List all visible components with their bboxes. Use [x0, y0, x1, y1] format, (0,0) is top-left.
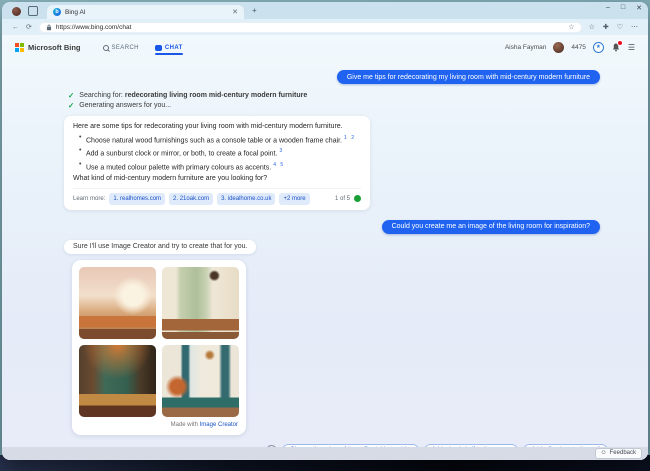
answer-question: What kind of mid-century modern furnitur… — [73, 174, 268, 182]
citation-link[interactable]: 3. idealhome.co.uk — [217, 192, 276, 205]
citation-refs[interactable]: 1 2 — [344, 135, 355, 141]
answer-intro: Here are some tips for redecorating your… — [73, 123, 343, 130]
feedback-icon: ☺ — [600, 449, 607, 456]
answer-bullet: Add a sunburst clock or mirror, or both,… — [79, 146, 361, 159]
browser-tab[interactable]: b Bing AI ✕ — [47, 5, 244, 19]
citation-refs[interactable]: 3 — [279, 148, 283, 154]
check-icon: ✓ — [68, 101, 75, 110]
answer-card: Here are some tips for redecorating your… — [64, 116, 370, 210]
answer-bullet: Choose natural wood furnishings such as … — [79, 133, 361, 146]
rewards-points[interactable]: 4475 — [571, 44, 585, 51]
chat-bubble-icon — [154, 44, 162, 51]
search-query: redecorating living room mid-century mod… — [124, 92, 308, 99]
favorites-bar-icon[interactable]: ☆ — [589, 23, 595, 31]
answer-bullets: Choose natural wood furnishings such as … — [73, 133, 361, 173]
back-icon[interactable]: ← — [12, 24, 19, 31]
close-button[interactable]: ✕ — [636, 4, 642, 12]
tab-actions-icon[interactable] — [28, 6, 38, 16]
user-message-bubble: Give me tips for redecorating my living … — [336, 70, 600, 84]
window-bottom-band: ☺ Feedback — [2, 447, 648, 460]
user-message-bubble: Could you create me an image of the livi… — [381, 219, 600, 234]
notification-badge — [616, 40, 623, 46]
status-generating: ✓ Generating answers for you... — [68, 101, 172, 110]
bing-header: Microsoft Bing SEARCH CHAT Aisha Fayman — [2, 35, 648, 60]
hamburger-menu-icon[interactable]: ☰ — [628, 43, 635, 52]
search-status-lines: ✓ Searching for: redecorating living roo… — [68, 91, 648, 111]
tab-search[interactable]: SEARCH — [102, 41, 139, 55]
search-icon — [102, 44, 109, 51]
refresh-icon[interactable]: ⟳ — [26, 24, 32, 31]
answer-pager: 1 of 5 — [335, 194, 361, 204]
rewards-medal-icon[interactable]: ★ — [592, 42, 604, 53]
answer-bullet: Use a muted colour palette with primary … — [79, 160, 361, 173]
bing-chat-page: Microsoft Bing SEARCH CHAT Aisha Fayman — [2, 35, 648, 457]
citation-link[interactable]: 1. realhomes.com — [109, 192, 166, 205]
address-bar[interactable]: https://www.bing.com/chat ☆ — [38, 21, 582, 33]
tab-title: Bing AI — [65, 8, 86, 16]
status-searching: ✓ Searching for: redecorating living roo… — [68, 91, 308, 100]
tab-chat[interactable]: CHAT — [154, 41, 183, 55]
citation-link[interactable]: 2. 21oak.com — [169, 192, 214, 205]
browser-tab-strip: b Bing AI ✕ + – □ ✕ — [2, 2, 648, 19]
bot-reply-row: Sure I'll use Image Creator and try to c… — [64, 239, 648, 254]
generated-image-2[interactable] — [162, 266, 239, 339]
user-name[interactable]: Aisha Fayman — [505, 44, 547, 51]
chat-conversation: Give me tips for redecorating my living … — [2, 60, 648, 457]
url-text: https://www.bing.com/chat — [55, 23, 132, 31]
generated-images-card: Made with Image Creator — [72, 259, 246, 435]
browser-profile-avatar[interactable] — [12, 7, 21, 16]
generated-image-1[interactable] — [79, 266, 156, 339]
citation-refs[interactable]: 4 5 — [273, 162, 284, 168]
pager-text: 1 of 5 — [334, 195, 350, 202]
check-icon: ✓ — [68, 91, 75, 100]
user-message-row: Could you create me an image of the livi… — [2, 219, 648, 234]
brand-name: Microsoft Bing — [28, 43, 81, 52]
lock-icon — [46, 24, 51, 30]
maximize-button[interactable]: □ — [621, 4, 625, 12]
image-creator-link[interactable]: Image Creator — [200, 422, 238, 428]
citation-more-link[interactable]: +2 more — [279, 192, 310, 205]
microsoft-logo-icon — [15, 43, 24, 52]
answer-footer: Learn more: 1. realhomes.com 2. 21oak.co… — [73, 187, 361, 205]
browser-menu-icon[interactable]: ⋯ — [631, 23, 638, 31]
feedback-button[interactable]: ☺ Feedback — [594, 447, 642, 460]
desktop-background: b Bing AI ✕ + – □ ✕ ← ⟳ https://www.bing… — [0, 0, 650, 471]
header-right: Aisha Fayman 4475 ★ ☰ — [505, 40, 635, 53]
image-grid — [79, 266, 239, 417]
user-message-row: Give me tips for redecorating my living … — [2, 70, 648, 84]
generated-image-4[interactable] — [162, 344, 239, 417]
generated-image-3[interactable] — [79, 344, 156, 417]
extensions-icon[interactable]: ✚ — [603, 23, 609, 31]
notifications-bell[interactable] — [611, 40, 623, 53]
window-controls: – □ ✕ — [606, 4, 642, 12]
bot-reply-bubble: Sure I'll use Image Creator and try to c… — [64, 239, 257, 254]
favorite-star-icon[interactable]: ☆ — [568, 24, 574, 31]
header-tabs: SEARCH CHAT — [102, 41, 183, 55]
new-tab-button[interactable]: + — [252, 6, 257, 15]
browser-navbar: ← ⟳ https://www.bing.com/chat ☆ ☆ ✚ ♡ ⋯ — [2, 19, 648, 35]
learn-more-label: Learn more: — [73, 195, 106, 202]
tab-close-icon[interactable]: ✕ — [232, 9, 238, 16]
navbar-icons: ☆ ✚ ♡ ⋯ — [589, 23, 638, 31]
status-dot-icon — [354, 195, 361, 203]
user-avatar[interactable] — [553, 42, 565, 53]
microsoft-bing-logo[interactable]: Microsoft Bing — [15, 43, 81, 52]
browser-essentials-icon[interactable]: ♡ — [617, 23, 623, 31]
image-caption: Made with Image Creator — [170, 421, 238, 428]
bing-favicon: b — [53, 8, 61, 16]
minimize-button[interactable]: – — [606, 4, 610, 12]
browser-window: b Bing AI ✕ + – □ ✕ ← ⟳ https://www.bing… — [2, 2, 648, 460]
